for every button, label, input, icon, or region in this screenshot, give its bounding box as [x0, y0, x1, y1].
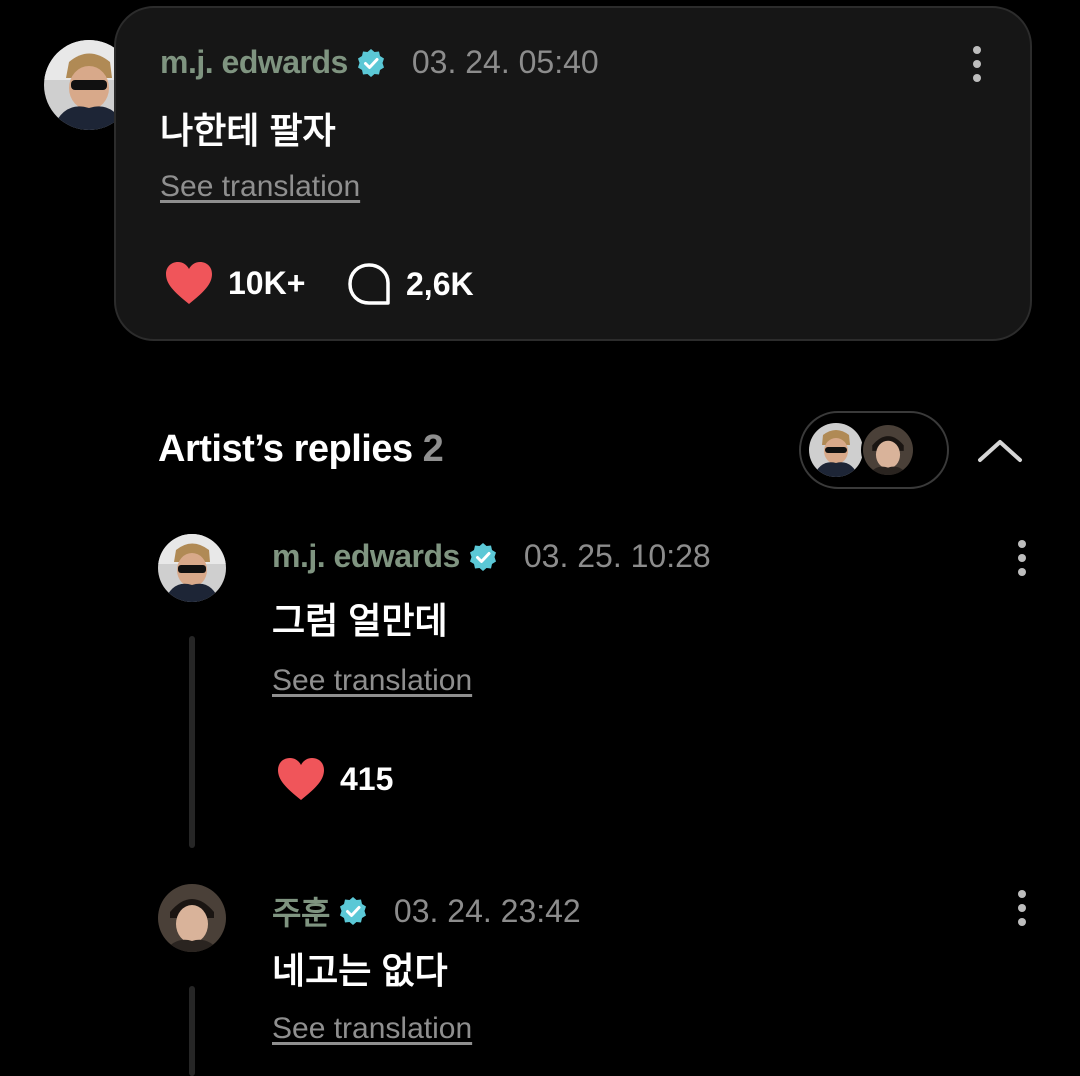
artist-avatar-1	[809, 423, 863, 477]
replying-artists-avatars[interactable]	[799, 411, 949, 489]
comment-bubble-icon	[348, 263, 390, 305]
heart-icon	[278, 758, 324, 800]
see-translation-link[interactable]: See translation	[272, 664, 472, 698]
artist-replies-heading: Artist’s replies 2	[158, 428, 444, 471]
post-detail-page: m.j. edwards 03. 24. 05:40 나한테 팔자 See tr…	[0, 0, 1080, 1076]
heart-icon	[166, 262, 212, 304]
comment-count: 2,6K	[406, 265, 474, 302]
post-card: m.j. edwards 03. 24. 05:40 나한테 팔자 See tr…	[114, 6, 1032, 341]
like-button[interactable]: 10K+	[164, 260, 305, 306]
post-timestamp: 03. 24. 05:40	[411, 44, 599, 80]
post-header: m.j. edwards 03. 24. 05:40	[160, 44, 599, 81]
reply-author-avatar[interactable]	[158, 534, 226, 602]
post-text: 나한테 팔자	[160, 110, 336, 151]
more-options-icon[interactable]	[1016, 538, 1028, 578]
reply-timestamp: 03. 24. 23:42	[393, 892, 581, 929]
chevron-up-icon[interactable]	[972, 430, 1028, 470]
like-button[interactable]: 415	[276, 756, 393, 802]
like-count: 415	[340, 760, 394, 797]
reply-text: 네고는 없다	[272, 950, 448, 991]
see-translation-link[interactable]: See translation	[160, 170, 360, 204]
more-options-icon[interactable]	[1016, 888, 1028, 928]
comment-button[interactable]: 2,6K	[346, 262, 474, 306]
reply-author-name[interactable]: m.j. edwards	[272, 538, 460, 575]
reply-header: 주훈 03. 24. 23:42	[272, 888, 581, 934]
more-options-icon[interactable]	[971, 44, 983, 84]
reply-header: m.j. edwards 03. 25. 10:28	[272, 538, 711, 575]
reply-timestamp: 03. 25. 10:28	[523, 538, 711, 574]
verified-badge-icon	[468, 542, 498, 572]
reply-text: 그럼 얼만데	[272, 600, 448, 641]
verified-badge-icon	[338, 896, 368, 926]
thread-line	[189, 636, 195, 848]
verified-badge-icon	[356, 48, 386, 78]
see-translation-link[interactable]: See translation	[272, 1012, 472, 1046]
reply-author-name[interactable]: 주훈	[272, 888, 330, 934]
thread-line	[189, 986, 195, 1076]
artist-replies-count: 2	[422, 428, 444, 470]
like-count: 10K+	[228, 264, 306, 301]
artist-replies-title: Artist’s replies	[158, 428, 413, 470]
artist-avatar-2	[861, 423, 915, 477]
reply-author-avatar[interactable]	[158, 884, 226, 952]
author-name[interactable]: m.j. edwards	[160, 44, 348, 81]
